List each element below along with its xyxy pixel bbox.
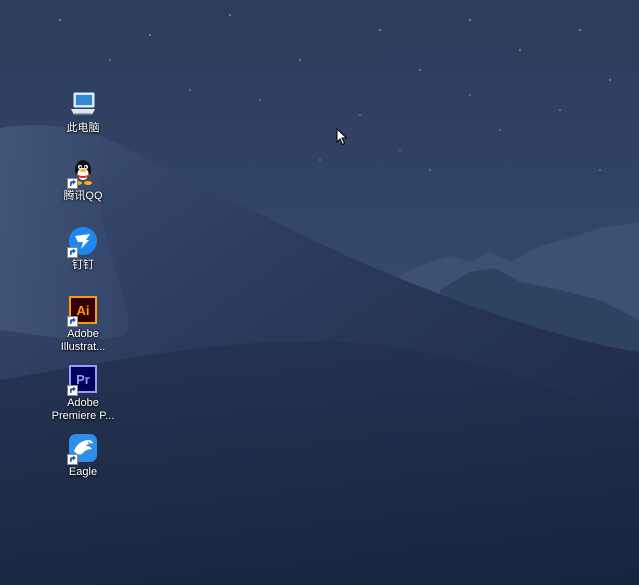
dingtalk-icon: [67, 226, 98, 258]
desktop-icon-dingtalk[interactable]: 钉钉: [51, 226, 115, 272]
desktop[interactable]: 此电脑 腾讯QQ 钉钉 Ai Adobe Illustrat... Pr Ado…: [0, 0, 639, 585]
desktop-icon-label: Eagle: [68, 466, 98, 478]
mouse-cursor-icon: [336, 128, 348, 146]
computer-icon: [68, 89, 98, 119]
shortcut-arrow-icon: [67, 247, 78, 258]
premiere-icon: Pr: [67, 364, 98, 396]
desktop-icon-tencent-qq[interactable]: 腾讯QQ: [51, 157, 115, 203]
desktop-icon-this-pc[interactable]: 此电脑: [51, 89, 115, 135]
desktop-icon-label-line1: Adobe: [67, 328, 99, 340]
desktop-icon-label: 腾讯QQ: [63, 190, 103, 202]
desktop-icon-adobe-illustrator[interactable]: Ai Adobe Illustrat...: [51, 295, 115, 354]
wallpaper-dunes: [0, 0, 639, 585]
desktop-icon-label-line1: Adobe: [67, 397, 99, 409]
shortcut-arrow-icon: [67, 316, 78, 327]
desktop-icon-eagle[interactable]: Eagle: [51, 433, 115, 479]
shortcut-arrow-icon: [67, 178, 78, 189]
shortcut-arrow-icon: [67, 385, 78, 396]
shortcut-arrow-icon: [67, 454, 78, 465]
desktop-icon-label-line2: Illustrat...: [60, 341, 106, 353]
illustrator-icon: Ai: [67, 295, 98, 327]
eagle-icon: [67, 433, 98, 465]
desktop-icon-label-line2: Premiere P...: [51, 410, 115, 422]
desktop-icon-label: 此电脑: [66, 122, 100, 134]
svg-text:Ai: Ai: [77, 303, 90, 318]
svg-text:Pr: Pr: [76, 372, 90, 387]
desktop-icon-adobe-premiere[interactable]: Pr Adobe Premiere P...: [51, 364, 115, 423]
desktop-icon-label: 钉钉: [72, 259, 94, 271]
qq-penguin-icon: [67, 157, 98, 189]
